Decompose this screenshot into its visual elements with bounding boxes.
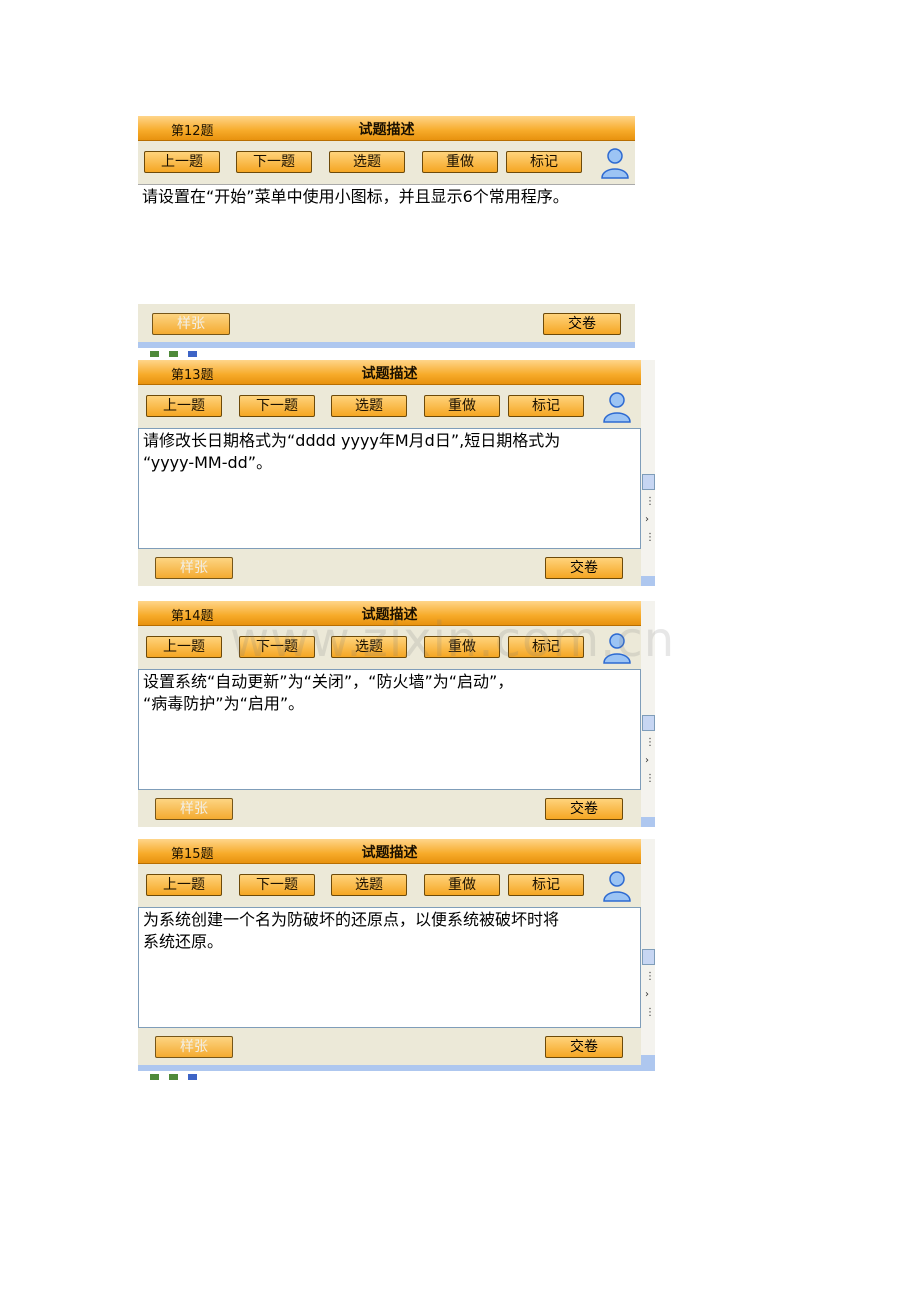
toolbar: 上一题 下一题 选题 重做 标记 — [138, 626, 641, 668]
panel-title: 试题描述 — [361, 607, 418, 623]
scroll-mark-icon: › — [645, 989, 649, 1000]
toolbar: 上一题 下一题 选题 重做 标记 — [138, 385, 641, 427]
footer-bar: 样张 交卷 — [138, 549, 641, 586]
title-bar: 第14题 试题描述 — [138, 601, 641, 626]
footer-bar: 样张 交卷 — [138, 305, 635, 342]
scroll-mark-icon: ⋮ — [645, 773, 655, 784]
footer-bar: 样张 交卷 — [138, 1028, 641, 1065]
side-scrollbar[interactable]: ⋮ › ⋮ — [641, 839, 655, 1065]
taskbar-strip — [138, 342, 635, 348]
scroll-mark-icon: › — [645, 514, 649, 525]
user-avatar-icon[interactable] — [600, 869, 634, 903]
submit-button[interactable]: 交卷 — [545, 798, 623, 820]
select-question-button[interactable]: 选题 — [331, 636, 407, 658]
question-panel-14: 第14题 试题描述 上一题 下一题 选题 重做 标记 设置系统“自动更新”为“关… — [138, 601, 641, 827]
footer-bar: 样张 交卷 — [138, 790, 641, 827]
next-question-button[interactable]: 下一题 — [239, 874, 315, 896]
question-text-line: “yyyy-MM-dd”。 — [143, 453, 273, 472]
taskbar-strip — [138, 1065, 655, 1071]
scroll-mark-icon: ⋮ — [645, 737, 655, 748]
select-question-button[interactable]: 选题 — [331, 874, 407, 896]
sample-button[interactable]: 样张 — [152, 313, 230, 335]
redo-button[interactable]: 重做 — [422, 151, 498, 173]
title-bar: 第13题 试题描述 — [138, 360, 641, 385]
scroll-mark-icon: ⋮ — [645, 971, 655, 982]
select-question-button[interactable]: 选题 — [331, 395, 407, 417]
question-text-area: 请设置在“开始”菜单中使用小图标，并且显示6个常用程序。 — [138, 184, 635, 304]
select-question-button[interactable]: 选题 — [329, 151, 405, 173]
mark-button[interactable]: 标记 — [508, 874, 584, 896]
submit-button[interactable]: 交卷 — [545, 557, 623, 579]
redo-button[interactable]: 重做 — [424, 395, 500, 417]
prev-question-button[interactable]: 上一题 — [144, 151, 220, 173]
title-bar: 第15题 试题描述 — [138, 839, 641, 864]
question-panel-15: 第15题 试题描述 上一题 下一题 选题 重做 标记 为系统创建一个名为防破坏的… — [138, 839, 641, 1065]
sample-button[interactable]: 样张 — [155, 798, 233, 820]
prev-question-button[interactable]: 上一题 — [146, 874, 222, 896]
scroll-mark-icon: ⋮ — [645, 532, 655, 543]
question-text-line: 请设置在“开始”菜单中使用小图标，并且显示6个常用程序。 — [142, 187, 569, 206]
scroll-check-icon[interactable] — [642, 949, 655, 965]
taskbar-icons — [150, 342, 207, 357]
question-panel-13: 第13题 试题描述 上一题 下一题 选题 重做 标记 请修改长日期格式为“ddd… — [138, 360, 641, 586]
question-text-line: 请修改长日期格式为“dddd yyyy年M月d日”,短日期格式为 — [143, 431, 561, 450]
next-question-button[interactable]: 下一题 — [239, 636, 315, 658]
redo-button[interactable]: 重做 — [424, 874, 500, 896]
scroll-mark-icon: ⋮ — [645, 1007, 655, 1018]
next-question-button[interactable]: 下一题 — [239, 395, 315, 417]
scroll-mark-icon: › — [645, 755, 649, 766]
question-text-area: 设置系统“自动更新”为“关闭”，“防火墙”为“启动”， “病毒防护”为“启用”。 — [138, 669, 641, 790]
scroll-check-icon[interactable] — [642, 715, 655, 731]
side-scrollbar[interactable]: ⋮ › ⋮ — [641, 601, 655, 827]
question-text-area: 请修改长日期格式为“dddd yyyy年M月d日”,短日期格式为 “yyyy-M… — [138, 428, 641, 549]
prev-question-button[interactable]: 上一题 — [146, 636, 222, 658]
next-question-button[interactable]: 下一题 — [236, 151, 312, 173]
redo-button[interactable]: 重做 — [424, 636, 500, 658]
question-panel-12: 第12题 试题描述 上一题 下一题 选题 重做 标记 请设置在“开始”菜单中使用… — [138, 116, 635, 342]
panel-title: 试题描述 — [361, 845, 418, 861]
user-avatar-icon[interactable] — [600, 631, 634, 665]
prev-question-button[interactable]: 上一题 — [146, 395, 222, 417]
sample-button[interactable]: 样张 — [155, 557, 233, 579]
mark-button[interactable]: 标记 — [508, 636, 584, 658]
user-avatar-icon[interactable] — [598, 146, 632, 180]
scroll-check-icon[interactable] — [642, 474, 655, 490]
scroll-mark-icon: ⋮ — [645, 496, 655, 507]
mark-button[interactable]: 标记 — [506, 151, 582, 173]
user-avatar-icon[interactable] — [600, 390, 634, 424]
mark-button[interactable]: 标记 — [508, 395, 584, 417]
question-text-line: 为系统创建一个名为防破坏的还原点，以便系统被破坏时将 — [143, 910, 560, 929]
panel-title: 试题描述 — [361, 366, 418, 382]
title-bar: 第12题 试题描述 — [138, 116, 635, 141]
taskbar-icons — [150, 1065, 207, 1080]
panel-title: 试题描述 — [358, 122, 415, 138]
question-text-line: “病毒防护”为“启用”。 — [143, 694, 305, 713]
question-text-line: 设置系统“自动更新”为“关闭”，“防火墙”为“启动”， — [143, 672, 514, 691]
question-text-area: 为系统创建一个名为防破坏的还原点，以便系统被破坏时将 系统还原。 — [138, 907, 641, 1028]
toolbar: 上一题 下一题 选题 重做 标记 — [138, 141, 635, 183]
side-scrollbar[interactable]: ⋮ › ⋮ — [641, 360, 655, 586]
toolbar: 上一题 下一题 选题 重做 标记 — [138, 864, 641, 906]
question-text-line: 系统还原。 — [143, 932, 224, 951]
submit-button[interactable]: 交卷 — [545, 1036, 623, 1058]
sample-button[interactable]: 样张 — [155, 1036, 233, 1058]
submit-button[interactable]: 交卷 — [543, 313, 621, 335]
